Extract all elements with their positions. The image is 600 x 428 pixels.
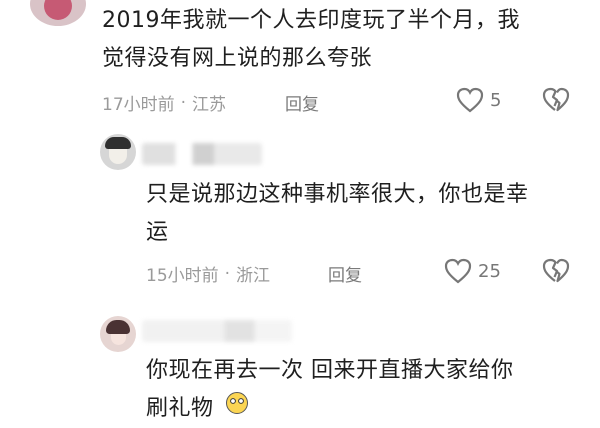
comment-line: 觉得没有网上说的那么夸张 <box>102 46 373 71</box>
like-count: 5 <box>490 89 502 111</box>
emoji-icon <box>225 390 249 428</box>
comment-meta: 17小时前 · 江苏 <box>102 90 227 116</box>
blurred-username <box>142 143 262 165</box>
heart-icon <box>444 258 472 284</box>
comment-line: 刷礼物 <box>146 390 586 428</box>
comment-text: 你现在再去一次 回来开直播大家给你 刷礼物 <box>146 352 586 428</box>
reply-button[interactable]: 回复 <box>328 261 362 286</box>
meta-separator: · <box>224 263 231 284</box>
comment-time: 15小时前 <box>146 266 219 286</box>
comment-line: 你现在再去一次 回来开直播大家给你 <box>146 358 514 383</box>
comment-line: 运 <box>146 220 169 245</box>
like-button[interactable]: 5 <box>456 87 501 113</box>
comment-line: 2019年我就一个人去印度玩了半个月，我 <box>102 8 520 33</box>
avatar[interactable] <box>100 134 136 170</box>
broken-heart-icon[interactable] <box>542 258 570 284</box>
comment-time: 17小时前 <box>102 95 175 115</box>
comment-text: 2019年我就一个人去印度玩了半个月，我 觉得没有网上说的那么夸张 <box>102 2 592 78</box>
like-button[interactable]: 25 <box>444 258 501 284</box>
comment-meta: 15小时前 · 浙江 <box>146 261 271 287</box>
comment-location: 浙江 <box>236 266 271 286</box>
reply-button[interactable]: 回复 <box>285 90 319 115</box>
avatar[interactable] <box>100 316 136 352</box>
comment-location: 江苏 <box>192 95 227 115</box>
like-count: 25 <box>478 260 501 282</box>
avatar[interactable] <box>30 0 86 26</box>
comment-text: 只是说那边这种事机率很大，你也是幸 运 <box>146 176 586 252</box>
comment-line: 只是说那边这种事机率很大，你也是幸 <box>146 182 529 207</box>
broken-heart-icon[interactable] <box>542 87 570 113</box>
blurred-username <box>142 320 292 342</box>
meta-separator: · <box>180 92 187 113</box>
heart-icon <box>456 87 484 113</box>
